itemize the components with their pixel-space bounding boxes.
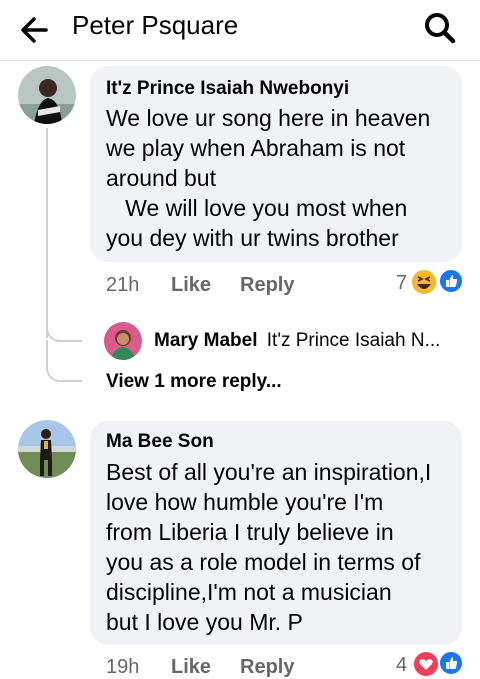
- like-reaction-icon: [438, 268, 464, 294]
- back-arrow-icon[interactable]: [16, 10, 56, 50]
- comment-author[interactable]: It'z Prince Isaiah Nwebonyi: [106, 78, 349, 100]
- thread-connector: [46, 310, 82, 342]
- reply-button[interactable]: Reply: [240, 656, 294, 679]
- like-reaction-icon: [438, 650, 464, 676]
- reply-preview[interactable]: Mary Mabel It'z Prince Isaiah N...: [154, 330, 440, 352]
- like-button[interactable]: Like: [171, 274, 211, 297]
- top-bar: Peter Psquare: [0, 0, 480, 61]
- page-title: Peter Psquare: [72, 10, 239, 40]
- reaction-count[interactable]: 4: [396, 654, 407, 677]
- avatar[interactable]: [18, 420, 76, 478]
- reaction-count[interactable]: 7: [396, 272, 407, 295]
- thread-connector: [46, 340, 82, 382]
- haha-reaction-icon: [410, 268, 438, 296]
- reply-snippet: It'z Prince Isaiah N...: [266, 330, 441, 351]
- like-button[interactable]: Like: [171, 656, 211, 679]
- view-more-replies-link[interactable]: View 1 more reply...: [106, 371, 282, 393]
- comment-time: 19h: [106, 656, 140, 678]
- comment-text: Best of all you're an inspiration,I love…: [106, 459, 432, 635]
- search-icon[interactable]: [420, 8, 460, 48]
- comment-text: We love ur song here in heaven we play w…: [106, 105, 431, 251]
- reply-avatar[interactable]: [104, 322, 142, 360]
- reply-button[interactable]: Reply: [240, 274, 294, 297]
- love-reaction-icon: [412, 650, 440, 678]
- thread-line: [46, 128, 48, 338]
- reply-author[interactable]: Mary Mabel: [154, 330, 257, 351]
- comment-time: 21h: [106, 274, 140, 296]
- comment-author[interactable]: Ma Bee Son: [106, 431, 214, 453]
- avatar[interactable]: [18, 66, 76, 124]
